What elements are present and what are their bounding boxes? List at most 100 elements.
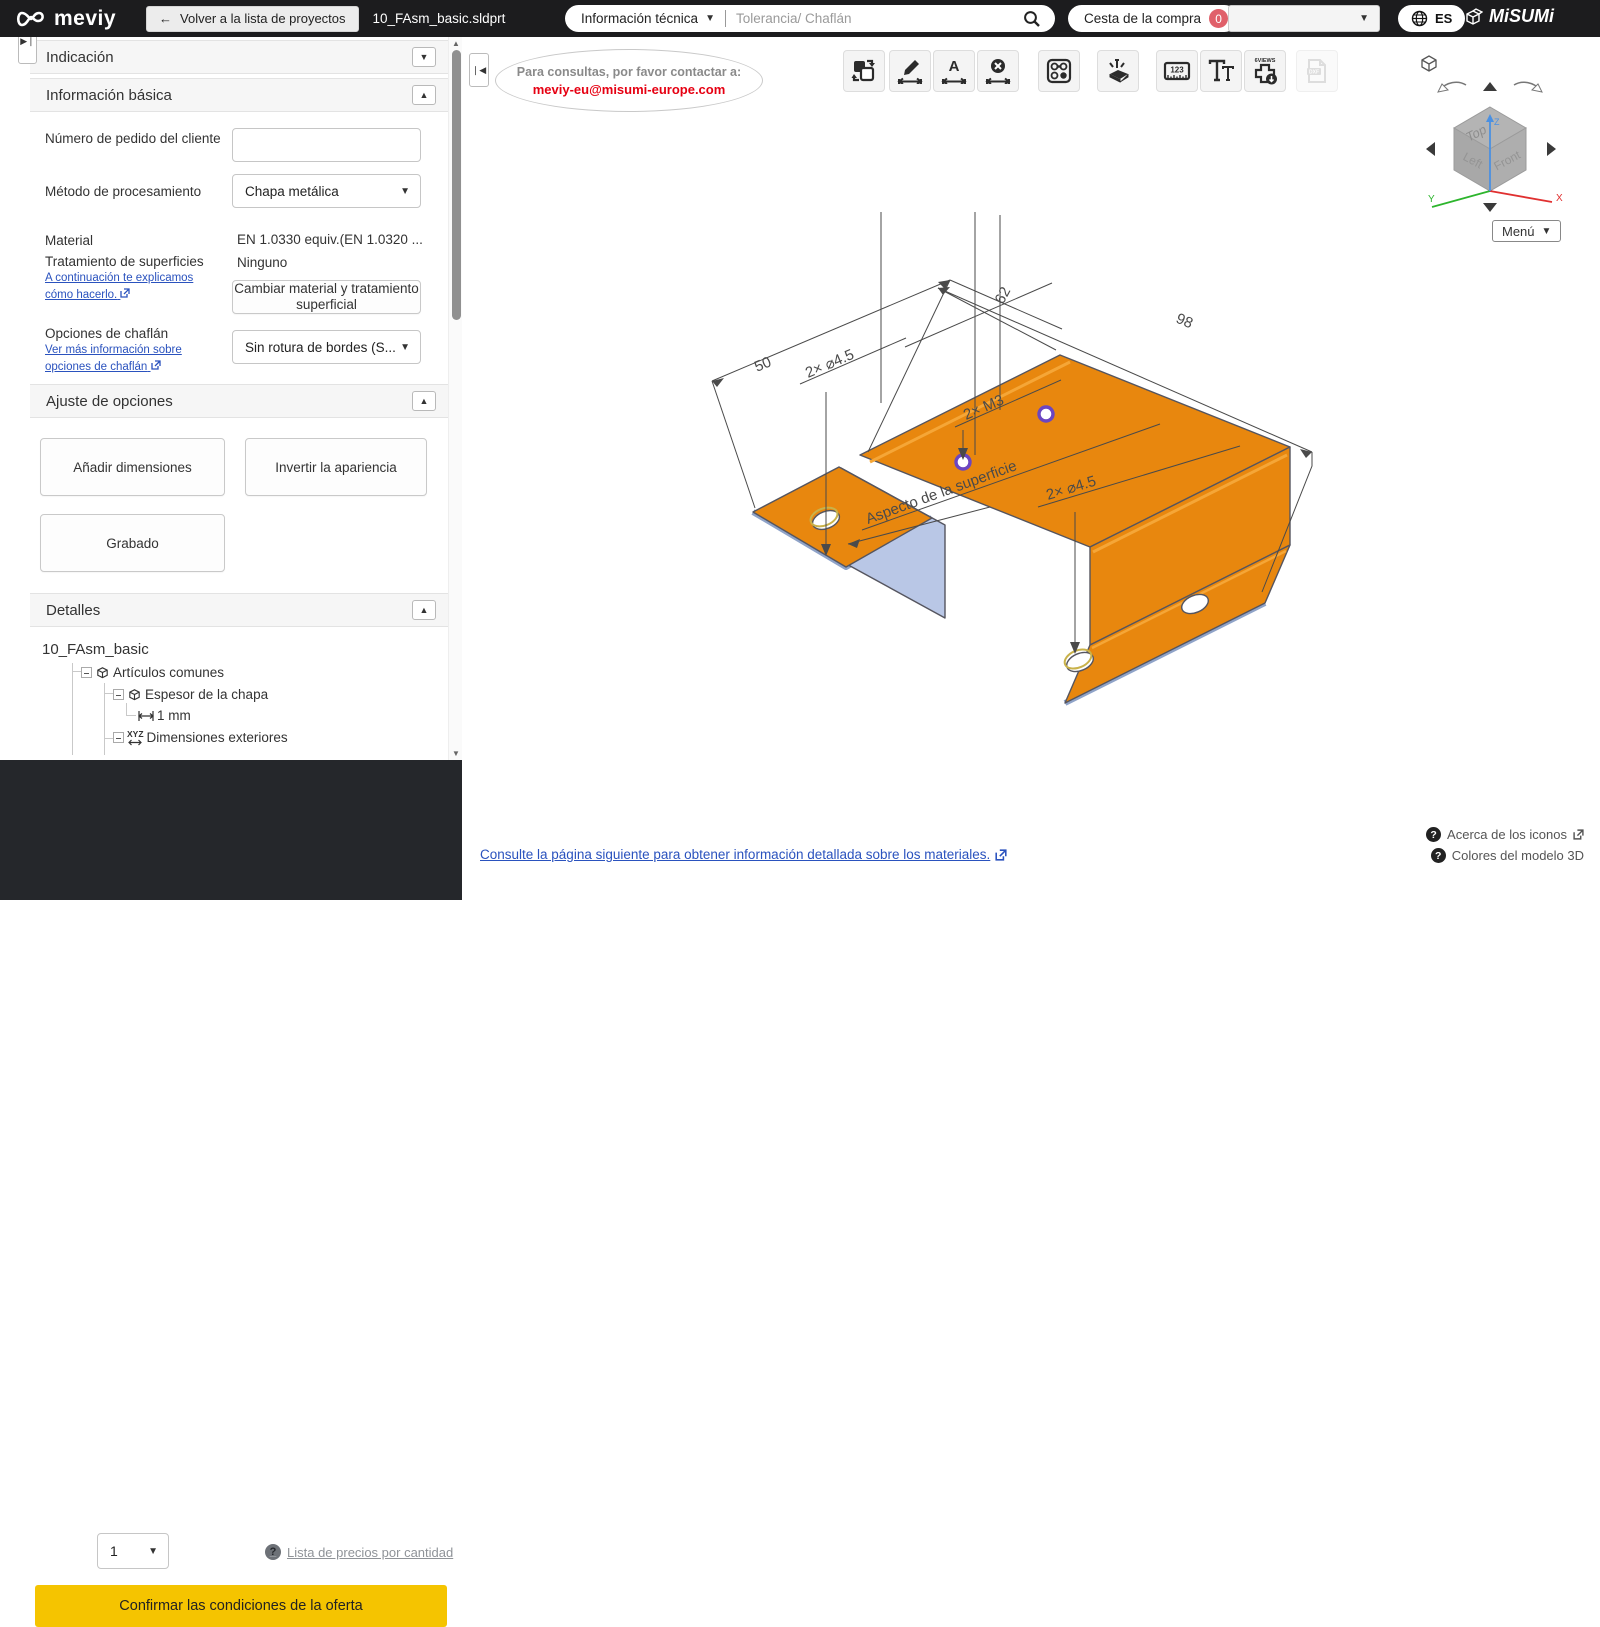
chevron-down-icon: ▼	[400, 342, 410, 353]
invert-appearance-button[interactable]: Invertir la apariencia	[245, 438, 427, 496]
tree-collapse-icon[interactable]	[81, 667, 92, 678]
measure-ruler-icon: 123	[1163, 58, 1191, 84]
add-dimensions-button[interactable]: Añadir dimensiones	[40, 438, 225, 496]
dxf-file-icon: DXF	[1304, 58, 1330, 84]
collapse-toggle-button[interactable]: ▲	[412, 85, 436, 105]
search-icon[interactable]	[1023, 10, 1041, 28]
about-icons-link[interactable]: ? Acerca de los iconos	[1426, 827, 1584, 842]
dimension-text-button[interactable]: A	[933, 50, 975, 92]
rotate-y-left-arrow[interactable]	[1426, 142, 1435, 156]
material-value: EN 1.0330 equiv.(EN 1.0320 ...	[237, 232, 427, 247]
surface-treatment-value: Ninguno	[237, 255, 287, 270]
chamfer-info-link[interactable]: Ver más información sobre opciones de ch…	[45, 342, 182, 375]
change-order-button[interactable]	[843, 50, 885, 92]
meviy-infinity-icon	[14, 10, 48, 28]
cart-count-badge: 0	[1209, 9, 1228, 28]
axis-y	[1432, 191, 1490, 207]
edit-dimension-button[interactable]	[889, 50, 931, 92]
cube-icon	[95, 665, 110, 680]
cube-icon	[127, 687, 142, 702]
hole-edit-button[interactable]	[1038, 50, 1080, 92]
axis-z-label: Z	[1494, 117, 1500, 127]
scroll-down-arrow[interactable]: ▼	[452, 749, 460, 758]
processing-method-select[interactable]: Chapa metálica ▼	[232, 174, 421, 208]
meviy-logo[interactable]: meviy	[14, 7, 116, 31]
engraving-button[interactable]: Grabado	[40, 514, 225, 572]
back-to-projects-button[interactable]: ← Volver a la lista de proyectos	[146, 6, 358, 32]
scrollbar-thumb[interactable]	[452, 50, 461, 320]
order-number-label: Número de pedido del cliente	[45, 130, 225, 148]
text-tool-button[interactable]	[1200, 50, 1242, 92]
rotate-right-arrow[interactable]	[1514, 82, 1542, 92]
engrave-button[interactable]	[1097, 50, 1139, 92]
section-details[interactable]: Detalles ▲	[30, 593, 448, 627]
delete-dimension-icon	[985, 58, 1011, 84]
cart-button[interactable]: Cesta de la compra 0	[1068, 5, 1238, 32]
panel-collapse-handle[interactable]: ❘◀	[469, 53, 489, 87]
collapse-toggle-button[interactable]: ▼	[412, 47, 436, 67]
surface-help-link[interactable]: A continuación te explicamos cómo hacerl…	[45, 270, 193, 303]
details-tree: 10_FAsm_basic Artículos comunes Espesor …	[42, 641, 442, 759]
processing-method-label: Método de procesamiento	[45, 183, 201, 201]
section-options[interactable]: Ajuste de opciones ▲	[30, 384, 448, 418]
tree-item-thickness-value[interactable]: 1 mm	[138, 708, 191, 723]
left-sidebar: Indicación ▼ Información básica ▲ Número…	[0, 37, 462, 760]
tilt-up-arrow[interactable]	[1483, 82, 1497, 91]
rotate-y-right-arrow[interactable]	[1547, 142, 1556, 156]
tree-collapse-icon[interactable]	[113, 732, 124, 743]
chamfer-select[interactable]: Sin rotura de bordes (S... ▼	[232, 330, 421, 364]
collapse-toggle-button[interactable]: ▲	[412, 391, 436, 411]
price-list-link[interactable]: ? Lista de precios por cantidad	[265, 1544, 453, 1560]
axis-x	[1490, 191, 1552, 202]
search-bar: Información técnica ▼	[565, 5, 1055, 32]
tree-item-common[interactable]: Artículos comunes	[81, 665, 224, 680]
iso-view-icon[interactable]	[1422, 56, 1436, 71]
tree-root[interactable]: 10_FAsm_basic	[42, 641, 149, 658]
tree-collapse-icon[interactable]	[113, 689, 124, 700]
dim-62-label: 62	[992, 284, 1015, 307]
external-link-icon	[1573, 829, 1584, 840]
order-number-input[interactable]	[232, 128, 421, 162]
language-selector[interactable]: ES	[1398, 5, 1465, 32]
delete-dimension-button[interactable]	[977, 50, 1019, 92]
xyz-icon: XYZ	[127, 730, 144, 746]
quote-footer: Cantidad 1 ▼ ? Lista de precios por cant…	[0, 760, 462, 900]
rotate-left-arrow[interactable]	[1438, 82, 1466, 92]
material-label: Material	[45, 232, 93, 250]
svg-text:6VIEWS: 6VIEWS	[1255, 58, 1276, 64]
confirm-quote-button[interactable]: Confirmar las condiciones de la oferta	[35, 1585, 447, 1627]
search-input[interactable]	[726, 11, 1023, 26]
chevron-down-icon: ▼	[400, 186, 410, 197]
model-colors-link[interactable]: ? Colores del modelo 3D	[1431, 848, 1584, 863]
scroll-up-arrow[interactable]: ▲	[452, 39, 460, 48]
chevron-down-icon: ▼	[148, 1546, 158, 1557]
six-views-button[interactable]: 6VIEWS	[1244, 50, 1286, 92]
dim-98-label: 98	[1173, 310, 1195, 332]
section-basic-info[interactable]: Información básica ▲	[30, 78, 448, 112]
chevron-down-icon: ▼	[705, 13, 715, 24]
search-category-dropdown[interactable]: Información técnica ▼	[565, 11, 725, 26]
misumi-logo: MiSUMi	[1463, 6, 1554, 27]
materials-info-link[interactable]: Consulte la página siguiente para obtene…	[480, 847, 1007, 862]
contact-email-link[interactable]: meviy-eu@misumi-europe.com	[533, 82, 726, 97]
change-material-button[interactable]: Cambiar material y tratamiento superfici…	[232, 280, 421, 314]
external-link-icon	[120, 288, 130, 298]
external-link-icon	[995, 849, 1007, 861]
quantity-select[interactable]: 1 ▼	[97, 1533, 169, 1569]
project-dropdown[interactable]: ▼	[1228, 5, 1380, 32]
dxf-download-button: DXF	[1296, 50, 1338, 92]
view-menu-button[interactable]: Menú ▼	[1492, 220, 1561, 242]
section-indication[interactable]: Indicación ▼	[30, 40, 448, 74]
tilt-down-arrow[interactable]	[1483, 203, 1497, 212]
view-cube-widget[interactable]: Top Left Front Y X Z	[1412, 52, 1572, 237]
chevron-down-icon: ▼	[1542, 226, 1552, 237]
hole-edit-icon	[1046, 58, 1072, 84]
tree-item-thickness[interactable]: Espesor de la chapa	[113, 687, 268, 702]
collapse-toggle-button[interactable]: ▲	[412, 600, 436, 620]
sidebar-scrollbar[interactable]: ▲ ▼	[448, 37, 462, 760]
help-icon: ?	[1431, 848, 1446, 863]
viewer-canvas[interactable]: 50 98 62 2× ⌀4.5 2× M3 Aspecto de la sup…	[462, 37, 1600, 900]
measure-button[interactable]: 123	[1156, 50, 1198, 92]
tree-item-outer-dimensions[interactable]: XYZ Dimensiones exteriores	[113, 730, 288, 746]
svg-text:A: A	[949, 58, 960, 75]
